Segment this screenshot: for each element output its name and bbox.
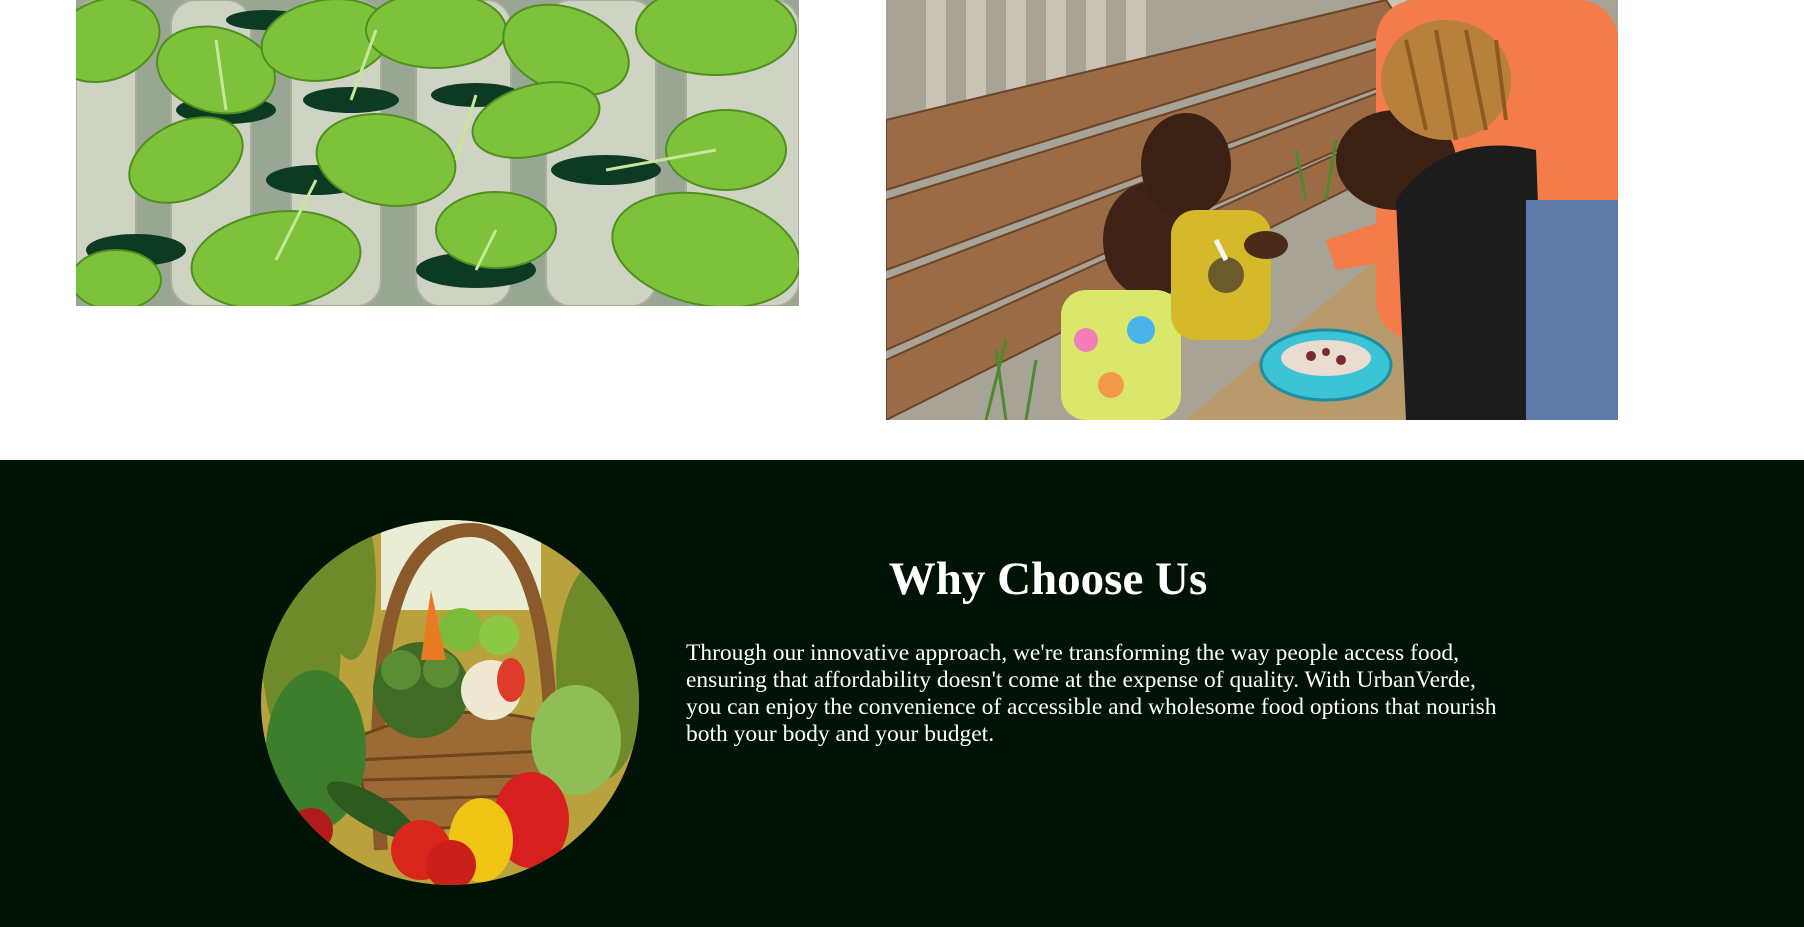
vegetable-basket-image (261, 520, 639, 885)
hydroponic-greens-image (76, 0, 799, 306)
feeding-children-image (886, 0, 1618, 420)
why-choose-us-section: Why Choose Us Through our innovative app… (0, 460, 1804, 927)
why-choose-us-title: Why Choose Us (888, 553, 1208, 605)
image-gallery (0, 0, 1804, 460)
page: Why Choose Us Through our innovative app… (0, 0, 1804, 927)
why-choose-us-description: Through our innovative approach, we're t… (686, 640, 1497, 747)
